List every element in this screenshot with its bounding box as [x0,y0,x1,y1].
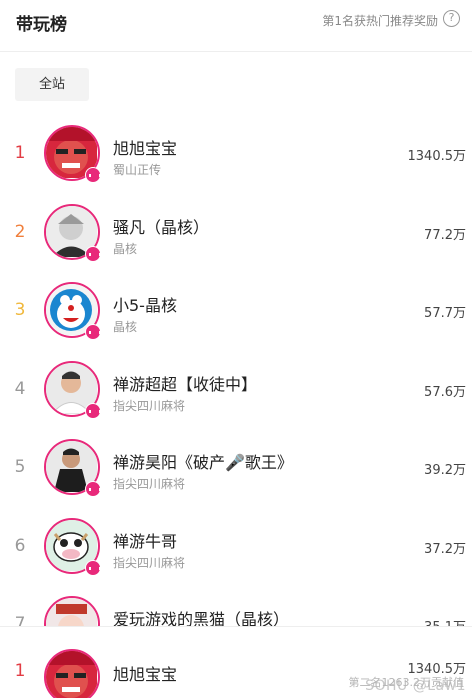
game-name: 指尖四川麻将 [113,555,186,570]
live-badge-icon [85,245,101,262]
rank-number: 6 [14,535,26,556]
header: 带玩榜 第1名获热门推荐奖励 ? [0,0,472,52]
ranking-row[interactable]: 7 爱玩游戏的黑猫（晶核） 35.1万 [0,588,472,626]
ranking-list: 1 旭旭宝宝 蜀山正传 1340.5万 2 骚凡（晶核） 晶核 77.2万 3 小5-晶核 晶核 57… [0,117,472,626]
contribution-value: 1340.5万 [407,149,467,164]
footer-subtext: 第二名1263.2万贡献值 [348,676,465,689]
game-name: 指尖四川麻将 [113,477,186,491]
game-name: 晶核 [113,320,138,334]
reward-info-text: 第1名获热门推荐奖励 [322,14,438,28]
streamer-name: 小5-晶核 [113,296,177,315]
page-title: 带玩榜 [16,15,67,35]
game-name: 晶核 [113,241,138,256]
streamer-name: 旭旭宝宝 [113,139,178,158]
rank-number: 5 [14,457,26,477]
my-rank-bar[interactable]: 1 旭旭宝宝 1340.5万 SOHU @Law1 第二名1263.2万贡献值 [0,626,472,698]
ranking-row[interactable]: 5 禅游昊阳《破产🎤歌王》指尖四川麻将 39.2万 [0,431,472,510]
streamer-name: 爱玩游戏的黑猫（晶核） [113,610,290,626]
streamer-name: 禅游牛哥 [113,531,178,551]
game-name: 指尖四川麻将 [113,398,186,413]
help-icon[interactable]: ? [443,10,460,27]
contribution-value: 77.2万 [424,227,466,243]
ranking-row[interactable]: 3 小5-晶核晶核 57.7万 [0,274,472,353]
live-badge-icon [85,167,101,183]
ranking-row[interactable]: 6 禅游牛哥指尖四川麻将 37.2万 [0,510,472,589]
ranking-row[interactable]: 1 旭旭宝宝蜀山正传 1340.5万 [0,117,472,196]
avatar[interactable] [44,596,100,626]
contribution-value: 39.2万 [424,463,466,478]
contribution-value: 37.2万 [424,541,466,557]
rank-number: 3 [14,300,26,320]
rank-number: 7 [14,614,26,626]
contribution-value: 57.6万 [424,384,466,400]
streamer-name: 骚凡（晶核） [113,217,210,237]
contribution-value: 57.7万 [424,306,466,321]
game-name: 蜀山正传 [113,163,162,177]
live-badge-icon [85,402,101,419]
ranking-row[interactable]: 2 骚凡（晶核） 晶核 77.2万 [0,196,472,275]
live-badge-icon [85,324,101,340]
footer-rank: 1 [14,661,26,681]
footer-name: 旭旭宝宝 [113,665,178,684]
filter-all-site-button[interactable]: 全站 [15,68,89,101]
rank-number: 4 [14,378,26,399]
streamer-name: 禅游昊阳《破产🎤歌王》 [113,453,293,472]
live-badge-icon [85,559,101,576]
avatar-cartoon-icon [46,598,97,626]
contribution-value: 35.1万 [424,616,466,626]
avatar[interactable] [44,649,100,698]
avatar-red-face-icon [46,651,97,698]
rank-number: 2 [14,221,26,242]
rank-number: 1 [14,143,26,163]
ranking-row[interactable]: 4 禅游超超【收徒中】指尖四川麻将 57.6万 [0,353,472,432]
live-badge-icon [85,481,101,497]
streamer-name: 禅游超超【收徒中】 [113,374,258,394]
